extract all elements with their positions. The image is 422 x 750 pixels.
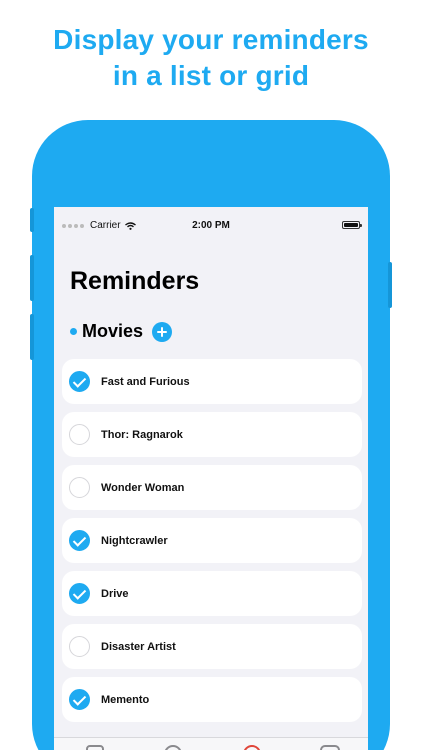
unchecked-circle-icon[interactable] [69,424,90,445]
tab-bar [54,737,368,750]
phone-power-button [388,262,392,308]
checked-circle-icon[interactable] [69,371,90,392]
reminder-label: Wonder Woman [101,481,185,494]
checked-circle-icon[interactable] [69,689,90,710]
section-dot-icon [70,328,77,335]
phone-side-button [30,208,34,232]
headline-line-1: Display your reminders [53,24,369,55]
page-title: Reminders [70,267,200,295]
reminder-row[interactable]: Memento [62,677,362,722]
reminder-label: Fast and Furious [101,375,190,388]
clock-tab-icon[interactable] [164,745,182,750]
reminder-label: Disaster Artist [101,640,176,653]
reminder-row[interactable]: Thor: Ragnarok [62,412,362,457]
section-title: Movies [82,321,144,341]
reminder-row[interactable]: Fast and Furious [62,359,362,404]
headline-line-2: in a list or grid [112,60,310,91]
reminder-label: Thor: Ragnarok [101,428,183,441]
app-screen: Carrier 2:00 PM Reminders Movies Fast an… [54,207,368,750]
battery-icon [342,221,362,229]
section-header: Movies [70,321,173,342]
reminder-list: Fast and Furious Thor: Ragnarok Wonder Wom… [62,359,362,730]
marketing-headline: Display your reminders in a list or grid [0,22,422,94]
add-reminder-button[interactable] [152,321,173,342]
reminder-row[interactable]: Nightcrawler [62,518,362,563]
checked-circle-icon[interactable] [69,530,90,551]
reminder-row[interactable]: Disaster Artist [62,624,362,669]
unchecked-circle-icon[interactable] [69,636,90,657]
phone-volume-down-button [30,314,34,360]
settings-tab-icon[interactable] [320,745,340,750]
phone-volume-up-button [30,255,34,301]
checked-circle-icon[interactable] [69,583,90,604]
reminder-row[interactable]: Wonder Woman [62,465,362,510]
reminder-label: Memento [101,693,150,706]
unchecked-circle-icon[interactable] [69,477,90,498]
reminder-label: Drive [101,587,129,600]
status-bar: Carrier 2:00 PM [54,207,368,243]
status-time: 2:00 PM [192,220,230,231]
record-tab-icon[interactable] [243,745,261,750]
list-tab-icon[interactable] [86,745,104,750]
reminder-label: Nightcrawler [101,534,168,547]
status-right [342,221,362,229]
reminder-row[interactable]: Drive [62,571,362,616]
